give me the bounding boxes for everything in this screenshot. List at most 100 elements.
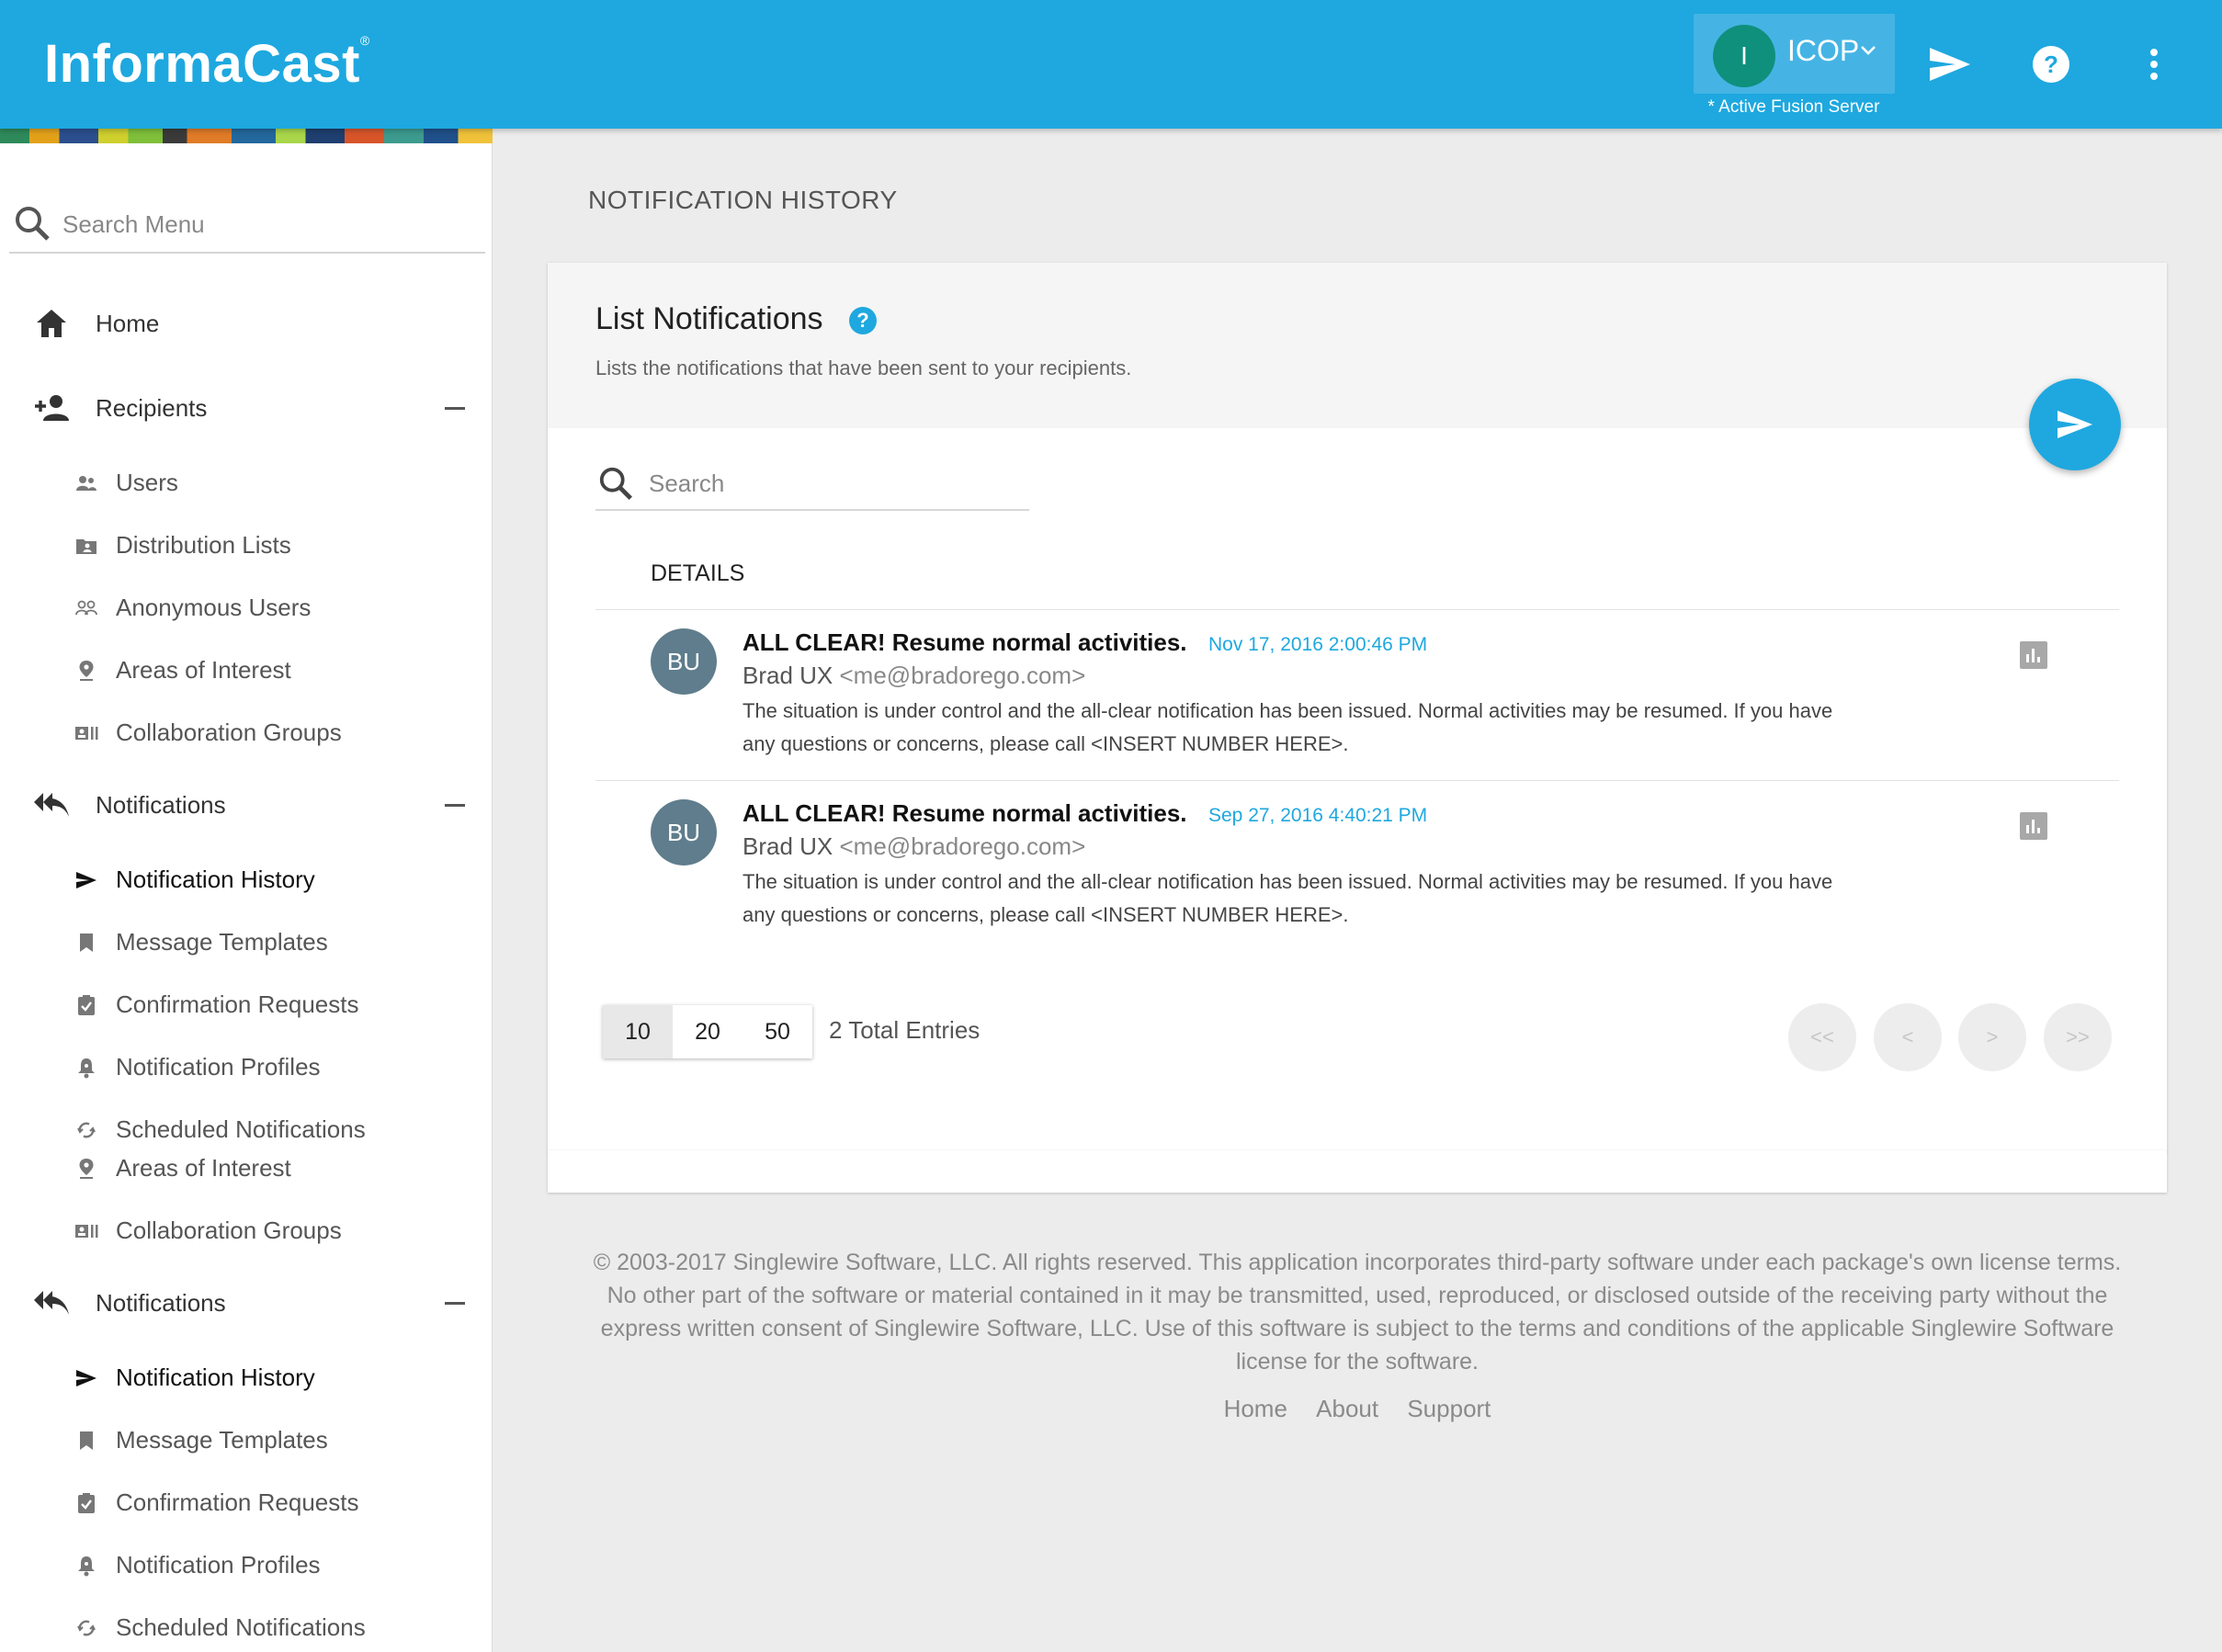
brand-banner-strip [0,129,493,143]
sidebar-item-notifications[interactable]: Notifications [0,775,492,834]
search-icon [16,207,50,241]
notification-timestamp: Nov 17, 2016 2:00:46 PM [1208,634,1428,655]
sidebar-item-label: Recipients [96,393,208,422]
sidebar-item-label: Distribution Lists [116,531,291,559]
clipboard-check-icon [74,992,99,1018]
send-icon [2058,411,2092,438]
clipboard-check-icon [74,1490,99,1516]
page-size-option[interactable]: 20 [673,1005,743,1058]
avatar: BU [651,628,717,695]
schedule-sync-icon [74,1117,99,1143]
sidebar-item-label: Notifications [96,790,226,819]
sidebar-item-recipients[interactable]: Recipients [0,379,492,437]
collaboration-icon [74,720,99,746]
search-input[interactable] [649,465,1016,502]
prev-page-button[interactable]: < [1874,1003,1942,1071]
page-size-option[interactable]: 50 [743,1005,812,1058]
bell-profile-icon [74,1553,99,1578]
sidebar-item-areas-of-interest[interactable]: Areas of Interest [0,1145,492,1191]
sidebar-item-label: Collaboration Groups [116,1216,342,1244]
sidebar-item-notifications[interactable]: Notifications [0,1273,492,1332]
first-page-button[interactable]: << [1788,1003,1856,1071]
more-vert-icon[interactable] [2128,39,2180,90]
sidebar-item-message-templates[interactable]: Message Templates [0,919,492,965]
svg-text:?: ? [2044,51,2058,78]
sidebar-item-label: Scheduled Notifications [116,1115,366,1143]
notification-subject: ALL CLEAR! Resume normal activities. [743,628,1187,656]
sidebar-item-label: Notification Profiles [116,1551,321,1578]
menu-search [9,197,485,254]
details-column-header: DETAILS [651,560,745,586]
sidebar-item-message-templates[interactable]: Message Templates [0,1417,492,1463]
notifications-card: List Notifications ? Lists the notificat… [548,263,2167,1152]
sidebar-item-users[interactable]: Users [0,459,492,505]
collaboration-icon [74,1218,99,1244]
server-name: ICOP [1787,34,1860,67]
collapse-icon[interactable] [445,1302,465,1305]
notification-search [595,456,1029,511]
sidebar-item-collaboration-groups[interactable]: Collaboration Groups [0,709,492,755]
sidebar-item-areas-of-interest[interactable]: Areas of Interest [0,647,492,693]
footer-link-home[interactable]: Home [1224,1395,1287,1422]
sidebar-item-notification-history[interactable]: Notification History [0,1354,492,1400]
collapse-icon[interactable] [445,407,465,410]
sidebar-item-scheduled-notifications[interactable]: Scheduled Notifications [0,1604,492,1650]
notification-body: The situation is under control and the a… [743,870,1833,926]
footer-link-about[interactable]: About [1316,1395,1378,1422]
sidebar-item-notification-history[interactable]: Notification History [0,856,492,902]
sidebar-item-label: Notification Profiles [116,1053,321,1081]
send-notification-button[interactable] [2029,379,2121,470]
folder-contact-icon [74,533,99,559]
users-icon [74,470,99,496]
sidebar-item-confirmation-requests[interactable]: Confirmation Requests [0,981,492,1027]
sidebar-item-notification-profiles[interactable]: Notification Profiles [0,1542,492,1588]
notification-sender: Brad UX <me@bradorego.com> [743,662,1086,689]
page-size-option[interactable]: 10 [603,1005,673,1058]
next-page-button[interactable]: > [1958,1003,2026,1071]
notification-row[interactable]: BU ALL CLEAR! Resume normal activities. … [595,781,2119,952]
collapse-icon[interactable] [445,804,465,807]
card-subtitle: Lists the notifications that have been s… [595,356,1132,379]
bookmark-icon [74,1428,99,1454]
stats-icon[interactable] [2020,641,2047,669]
help-icon[interactable]: ? [849,307,877,334]
sidebar-item-collaboration-groups[interactable]: Collaboration Groups [0,1207,492,1253]
sidebar-item-label: Collaboration Groups [116,719,342,746]
bookmark-icon [74,930,99,956]
notification-subject: ALL CLEAR! Resume normal activities. [743,799,1187,827]
schedule-sync-icon [74,1615,99,1641]
notification-row[interactable]: BU ALL CLEAR! Resume normal activities. … [595,610,2119,781]
notification-sender: Brad UX <me@bradorego.com> [743,832,1086,860]
copyright-text: © 2003-2017 Singlewire Software, LLC. Al… [593,1250,2122,1375]
sidebar-item-anonymous-users[interactable]: Anonymous Users [0,584,492,630]
sidebar-item-label: Areas of Interest [116,1154,291,1182]
sidebar-item-home[interactable]: Home [0,294,492,353]
top-app-bar: InformaCast® I ICOP * Active Fusion Serv… [0,0,2222,129]
sidebar-item-notification-profiles[interactable]: Notification Profiles [0,1044,492,1090]
avatar: BU [651,799,717,866]
send-icon [74,867,99,893]
last-page-button[interactable]: >> [2044,1003,2112,1071]
sidebar-item-label: Notification History [116,866,315,893]
sidebar-item-label: Scheduled Notifications [116,1613,366,1641]
sidebar-item-confirmation-requests[interactable]: Confirmation Requests [0,1479,492,1525]
chevron-down-icon [1861,46,1876,55]
help-icon[interactable]: ? [2025,39,2077,90]
sidebar-item-label: Message Templates [116,1426,328,1454]
sidebar-item-label: Confirmation Requests [116,990,359,1018]
server-selector[interactable]: I ICOP [1694,14,1895,94]
footer-links: Home About Support [548,1395,2167,1423]
sidebar-item-distribution-lists[interactable]: Distribution Lists [0,522,492,568]
card-title: List Notifications [595,301,823,336]
footer-link-support[interactable]: Support [1407,1395,1491,1422]
sidebar-item-label: Notification History [116,1363,315,1391]
total-entries: 2 Total Entries [829,1016,981,1044]
menu-search-input[interactable] [62,204,467,244]
stats-icon[interactable] [2020,812,2047,840]
brand-logo[interactable]: InformaCast® [44,33,370,95]
sidebar-item-label: Users [116,469,178,496]
card-footer [548,1150,2167,1193]
sidebar-item-label: Anonymous Users [116,594,312,621]
page-size-selector: 10 20 50 [603,1005,812,1058]
send-icon[interactable] [1924,39,1976,90]
